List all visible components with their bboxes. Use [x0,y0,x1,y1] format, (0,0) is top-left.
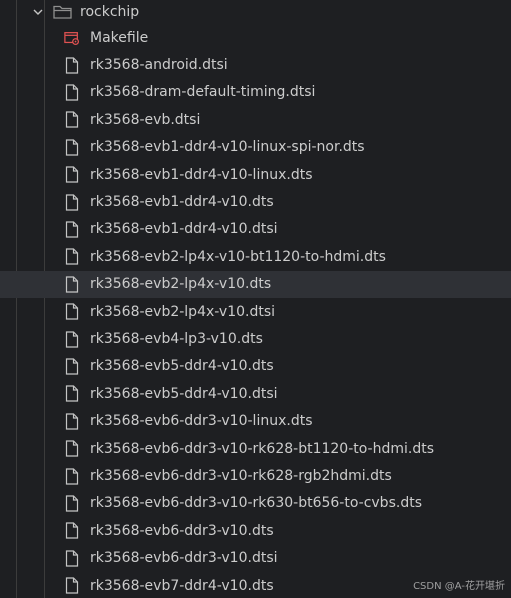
file-row[interactable]: rk3568-evb6-ddr3-v10-rk628-rgb2hdmi.dts [0,462,511,489]
file-icon [64,467,80,485]
folder-row-rockchip[interactable]: rockchip [0,0,511,24]
file-label: rk3568-evb6-ddr3-v10-rk630-bt656-to-cvbs… [90,495,422,512]
file-label: rk3568-evb.dtsi [90,111,201,128]
file-row[interactable]: rk3568-evb1-ddr4-v10.dtsi [0,216,511,243]
file-icon [64,56,80,74]
file-icon [64,522,80,540]
file-row[interactable]: rk3568-dram-default-timing.dtsi [0,79,511,106]
file-row[interactable]: rk3568-evb6-ddr3-v10-linux.dts [0,408,511,435]
file-label: rk3568-evb1-ddr4-v10.dtsi [90,221,278,238]
file-label: rk3568-evb1-ddr4-v10-linux.dts [90,166,313,183]
file-label: rk3568-evb1-ddr4-v10-linux-spi-nor.dts [90,139,365,156]
file-label: rk3568-evb7-ddr4-v10.dts [90,577,274,594]
file-row[interactable]: rk3568-evb6-ddr3-v10-rk628-bt1120-to-hdm… [0,435,511,462]
file-label: rk3568-evb6-ddr3-v10.dtsi [90,550,278,567]
file-icon [64,111,80,129]
file-row[interactable]: rk3568-evb2-lp4x-v10.dtsi [0,298,511,325]
file-label: rk3568-evb6-ddr3-v10-rk628-rgb2hdmi.dts [90,468,392,485]
file-icon [64,275,80,293]
file-label: rk3568-evb2-lp4x-v10-bt1120-to-hdmi.dts [90,248,386,265]
file-icon [64,303,80,321]
chevron-down-icon[interactable] [31,5,45,19]
file-icon [64,549,80,567]
file-label: rk3568-evb6-ddr3-v10-linux.dts [90,413,313,430]
file-label: rk3568-evb2-lp4x-v10.dtsi [90,303,276,320]
file-row[interactable]: rk3568-evb5-ddr4-v10.dtsi [0,380,511,407]
file-label: rk3568-evb6-ddr3-v10.dts [90,522,274,539]
file-label: rk3568-evb2-lp4x-v10.dts [90,276,272,293]
file-row[interactable]: rk3568-evb1-ddr4-v10-linux-spi-nor.dts [0,134,511,161]
file-row[interactable]: rk3568-evb1-ddr4-v10-linux.dts [0,161,511,188]
file-icon [64,385,80,403]
file-icon [64,412,80,430]
file-row[interactable]: rk3568-evb1-ddr4-v10.dts [0,188,511,215]
file-icon [64,138,80,156]
file-icon [64,357,80,375]
file-icon [64,166,80,184]
file-row[interactable]: Makefile [0,24,511,51]
file-icon [64,248,80,266]
file-label: rk3568-android.dtsi [90,57,228,74]
folder-label: rockchip [80,4,140,20]
file-label: rk3568-evb1-ddr4-v10.dts [90,194,274,211]
file-label: rk3568-dram-default-timing.dtsi [90,84,316,101]
file-row[interactable]: rk3568-evb2-lp4x-v10-bt1120-to-hdmi.dts [0,243,511,270]
file-icon [64,193,80,211]
file-label: rk3568-evb4-lp3-v10.dts [90,331,263,348]
makefile-icon [64,29,80,47]
file-label: rk3568-evb6-ddr3-v10-rk628-bt1120-to-hdm… [90,440,435,457]
folder-open-icon [53,4,73,20]
file-row[interactable]: rk3568-evb6-ddr3-v10.dtsi [0,545,511,572]
file-label: rk3568-evb5-ddr4-v10.dts [90,358,274,375]
file-icon [64,494,80,512]
file-label: rk3568-evb5-ddr4-v10.dtsi [90,385,278,402]
file-row[interactable]: rk3568-evb6-ddr3-v10.dts [0,517,511,544]
file-row[interactable]: rk3568-evb6-ddr3-v10-rk630-bt656-to-cvbs… [0,490,511,517]
file-row[interactable]: rk3568-evb.dtsi [0,106,511,133]
file-icon [64,440,80,458]
file-explorer-tree: rockchip Makefile rk3568-android.dtsi rk35… [0,0,511,598]
file-icon [64,83,80,101]
file-icon [64,330,80,348]
file-row[interactable]: rk3568-evb4-lp3-v10.dts [0,325,511,352]
file-icon [64,220,80,238]
file-icon [64,577,80,595]
watermark: CSDN @A-花开堪折 [413,581,505,592]
file-label: Makefile [90,29,149,46]
file-row[interactable]: rk3568-android.dtsi [0,51,511,78]
file-row[interactable]: rk3568-evb2-lp4x-v10.dts [0,270,511,298]
file-row[interactable]: rk3568-evb5-ddr4-v10.dts [0,353,511,380]
